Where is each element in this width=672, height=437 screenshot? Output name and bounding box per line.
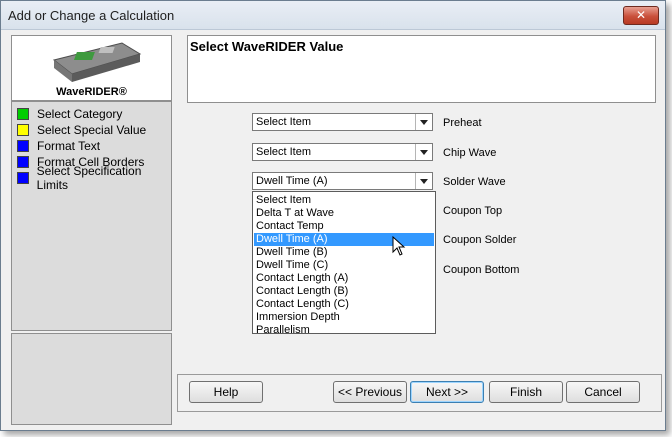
coupon-top-label: Coupon Top (443, 205, 503, 217)
category-label: Format Text (37, 139, 101, 153)
dropdown-option[interactable]: Contact Length (B) (254, 285, 434, 298)
previous-button[interactable]: << Previous (333, 381, 407, 403)
dropdown-option[interactable]: Contact Temp (254, 220, 434, 233)
device-logo-icon (52, 42, 142, 82)
close-icon: ✕ (635, 8, 647, 22)
chevron-down-icon[interactable] (415, 114, 432, 130)
title-bar: Add or Change a Calculation ✕ (1, 1, 665, 30)
next-button[interactable]: Next >> (410, 381, 484, 403)
category-label: Select Category (37, 107, 123, 121)
close-button[interactable]: ✕ (623, 6, 659, 25)
page-title: Select WaveRIDER Value (190, 39, 344, 54)
coupon-bottom-label: Coupon Bottom (443, 264, 520, 276)
dropdown-option[interactable]: Immersion Depth (254, 311, 434, 324)
blue-square-icon (17, 140, 29, 152)
dropdown-option[interactable]: Delta T at Wave (254, 207, 434, 220)
info-panel (11, 333, 172, 425)
category-item-format-text[interactable]: Format Text (17, 139, 100, 153)
chevron-down-icon[interactable] (415, 144, 432, 160)
mouse-cursor-icon (392, 236, 406, 256)
finish-button[interactable]: Finish (489, 381, 563, 403)
blue-square-icon (17, 172, 29, 184)
dropdown-option[interactable]: Select Item (254, 194, 434, 207)
category-label: Select Specification Limits (36, 164, 142, 192)
chevron-down-icon[interactable] (415, 173, 432, 189)
yellow-square-icon (17, 124, 29, 136)
cancel-button[interactable]: Cancel (566, 381, 640, 403)
dropdown-option[interactable]: Dwell Time (C) (254, 259, 434, 272)
preheat-label: Preheat (443, 117, 482, 129)
header-panel: Select WaveRIDER Value (187, 35, 656, 103)
coupon-solder-label: Coupon Solder (443, 234, 517, 246)
category-item-select-special-value[interactable]: Select Special Value (17, 123, 146, 137)
logo-label: WaveRIDER® (56, 86, 127, 98)
green-square-icon (17, 108, 29, 120)
solder-wave-select-value: Dwell Time (A) (256, 175, 328, 187)
blue-square-icon (17, 156, 29, 168)
category-label: Select Special Value (37, 123, 147, 137)
help-button[interactable]: Help (189, 381, 263, 403)
chip-wave-select[interactable]: Select Item (252, 143, 433, 161)
dropdown-option[interactable]: Contact Length (C) (254, 298, 434, 311)
category-item-select-category[interactable]: Select Category (17, 107, 122, 121)
window-title: Add or Change a Calculation (8, 8, 175, 23)
solder-wave-label: Solder Wave (443, 176, 506, 188)
chip-wave-select-value: Select Item (256, 146, 312, 158)
dropdown-option[interactable]: Contact Length (A) (254, 272, 434, 285)
dropdown-option[interactable]: Parallelism (254, 324, 434, 333)
preheat-select-value: Select Item (256, 116, 312, 128)
preheat-select[interactable]: Select Item (252, 113, 433, 131)
solder-wave-dropdown-list: Select Item Delta T at Wave Contact Temp… (252, 191, 436, 334)
category-item-select-specification-limits[interactable]: Select Specification Limits (17, 164, 171, 192)
solder-wave-select[interactable]: Dwell Time (A) (252, 172, 433, 190)
product-logo-panel: WaveRIDER® (11, 35, 172, 101)
chip-wave-label: Chip Wave (443, 147, 497, 159)
category-list: Select Category Select Special Value For… (11, 101, 172, 331)
